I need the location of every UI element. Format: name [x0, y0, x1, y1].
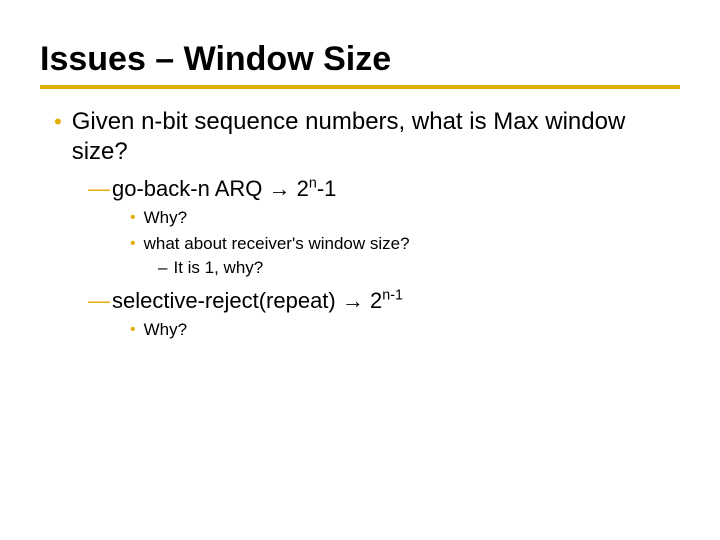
bullet-dot-icon: •: [130, 319, 136, 341]
gbn-base: 2: [297, 176, 309, 201]
bullet-dot-icon: •: [54, 107, 62, 137]
bullet-gbn-receiver-answer-text: It is 1, why?: [173, 257, 263, 279]
bullet-dot-icon: •: [130, 207, 136, 229]
dash-icon: —: [88, 287, 110, 315]
arrow-icon: →: [342, 288, 364, 313]
arrow-icon: →: [269, 176, 291, 201]
sr-name: selective-reject(repeat): [112, 288, 336, 313]
gbn-exp: n: [309, 176, 317, 192]
dash-icon: —: [88, 175, 110, 203]
title-underline: [40, 85, 680, 89]
bullet-gbn-receiver-text: what about receiver's window size?: [144, 233, 410, 255]
bullet-dot-icon: •: [130, 233, 136, 255]
sr-base: 2: [370, 288, 382, 313]
bullet-gbn-text: go-back-n ARQ → 2n-1: [112, 175, 336, 203]
bullet-gbn-receiver-answer: – It is 1, why?: [158, 257, 680, 279]
bullet-sr-why: • Why?: [130, 319, 680, 341]
bullet-sr-why-text: Why?: [144, 319, 187, 341]
title-block: Issues – Window Size: [40, 40, 680, 89]
bullet-gbn-receiver: • what about receiver's window size?: [130, 233, 680, 255]
sr-exp: n-1: [382, 288, 403, 304]
gbn-name: go-back-n ARQ: [112, 176, 262, 201]
slide-title: Issues – Window Size: [40, 40, 680, 79]
bullet-gbn-why: • Why?: [130, 207, 680, 229]
bullet-sr-text: selective-reject(repeat) → 2n-1: [112, 287, 403, 315]
dash-icon: –: [158, 257, 167, 279]
bullet-sr: — selective-reject(repeat) → 2n-1: [88, 287, 680, 315]
bullet-gbn-why-text: Why?: [144, 207, 187, 229]
bullet-main-text: Given n-bit sequence numbers, what is Ma…: [72, 107, 680, 167]
slide: Issues – Window Size • Given n-bit seque…: [0, 0, 720, 540]
bullet-main: • Given n-bit sequence numbers, what is …: [54, 107, 680, 167]
bullet-gbn: — go-back-n ARQ → 2n-1: [88, 175, 680, 203]
gbn-tail: -1: [317, 176, 337, 201]
